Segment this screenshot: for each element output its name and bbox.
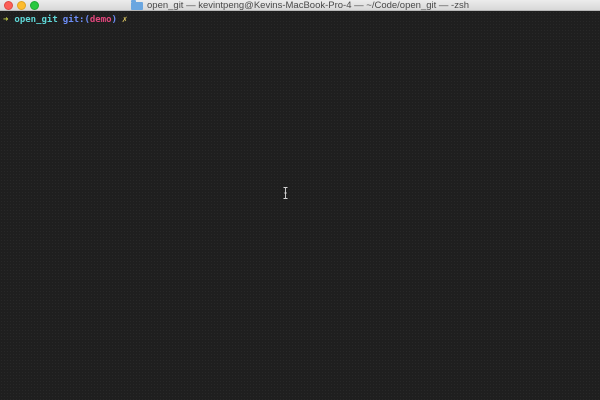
prompt-dirty-icon: ✗ xyxy=(122,15,128,25)
shell-prompt: ➜ open_git git:(demo) ✗ xyxy=(3,14,127,26)
text-ibeam-cursor-icon xyxy=(283,187,288,199)
terminal-content-area[interactable]: ➜ open_git git:(demo) ✗ xyxy=(0,11,600,400)
folder-icon xyxy=(131,0,143,10)
window-title: open_git — kevintpeng@Kevins-MacBook-Pro… xyxy=(147,0,469,11)
prompt-arrow-icon: ➜ xyxy=(3,15,9,25)
title-bar[interactable]: open_git — kevintpeng@Kevins-MacBook-Pro… xyxy=(0,0,600,11)
prompt-paren-close: ) xyxy=(111,15,117,25)
window-title-container: open_git — kevintpeng@Kevins-MacBook-Pro… xyxy=(0,0,600,11)
prompt-git-label: git: xyxy=(62,15,85,25)
prompt-branch: demo xyxy=(89,15,112,25)
prompt-directory: open_git xyxy=(14,15,58,25)
terminal-window: open_git — kevintpeng@Kevins-MacBook-Pro… xyxy=(0,0,600,400)
